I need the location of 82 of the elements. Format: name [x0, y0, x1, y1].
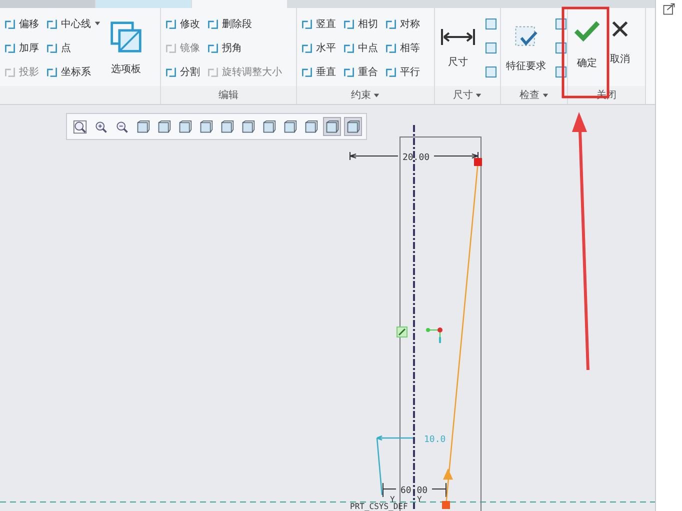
sketch-tool-icon [46, 42, 58, 54]
sketch-tool-icon [207, 66, 219, 78]
ribbon-button[interactable]: 中点 [341, 36, 380, 60]
sketch-tool-icon [301, 18, 313, 30]
axis-label: Y [417, 495, 422, 504]
cancel-button[interactable]: 取消 [607, 12, 633, 84]
ribbon-button[interactable]: 相等 [383, 36, 422, 60]
constraint-icon [396, 326, 408, 338]
ribbon-button[interactable]: 对称 [383, 12, 422, 36]
group-label[interactable]: 尺寸 [449, 88, 486, 102]
endpoint-marker[interactable] [474, 158, 482, 166]
view-tool-icon [220, 120, 234, 134]
sketch-tool-icon [207, 42, 219, 54]
magnifier-icon [73, 120, 87, 134]
sketch-tool-icon [4, 66, 16, 78]
ribbon-button[interactable]: 坐标系 [44, 60, 103, 84]
ribbon-button[interactable]: 偏移 [2, 12, 41, 36]
palette-icon [109, 20, 143, 54]
checkmark-icon [573, 20, 601, 42]
view-tool-icon [346, 120, 360, 134]
group-label[interactable]: 检查 [516, 88, 552, 102]
sketch-tool-icon [385, 66, 397, 78]
zoom-out-icon [115, 120, 129, 134]
group-label-text: 尺寸 [453, 88, 473, 102]
endpoint-marker[interactable] [442, 501, 450, 509]
ribbon-button[interactable]: 删除段 [205, 12, 284, 36]
ribbon-button[interactable]: 重合 [341, 60, 380, 84]
dimension-text[interactable]: 20.00 [402, 153, 430, 163]
view-tool-icon [283, 120, 297, 134]
ribbon-button[interactable]: 加厚 [2, 36, 41, 60]
sketch-tool-icon [4, 42, 16, 54]
ribbon-button[interactable]: 拐角 [205, 36, 284, 60]
dimension-button[interactable]: 尺寸 [437, 12, 479, 84]
square-tool-icon [484, 64, 498, 79]
axis-triad-icon [426, 328, 442, 343]
ribbon-button[interactable]: 水平 [299, 36, 338, 60]
ribbon-button[interactable]: 点 [44, 36, 103, 60]
square-tool-icon [484, 16, 498, 31]
sketch-tool-icon [343, 66, 355, 78]
square-tool-icon [484, 40, 498, 55]
export-icon[interactable] [662, 2, 676, 16]
sketch-tool-icon [165, 42, 177, 54]
ribbon-button[interactable]: 中心线 [44, 12, 103, 36]
sketch-tool-icon [46, 18, 58, 30]
toolbar-button[interactable] [323, 117, 341, 136]
view-tool-icon [178, 120, 192, 134]
ribbon-button[interactable]: 相切 [341, 12, 380, 36]
view-tool-icon [199, 120, 213, 134]
ribbon-button[interactable]: 修改 [163, 12, 202, 36]
ribbon-button[interactable]: 竖直 [299, 12, 338, 36]
view-tool-icon [262, 120, 276, 134]
palette-button[interactable]: 选项板 [106, 12, 146, 84]
sketch-tool-icon [46, 66, 58, 78]
sketch-tool-icon [301, 42, 313, 54]
dimension-icon [440, 26, 476, 47]
sketch-tool-icon [4, 18, 16, 30]
group-label[interactable]: 约束 [347, 88, 384, 102]
view-tool-icon [325, 120, 339, 134]
sketch-tool-icon [165, 18, 177, 30]
toolbar-button[interactable] [344, 117, 362, 136]
feature-requirements-button[interactable]: 特征要求 [503, 12, 549, 84]
view-tool-icon [241, 120, 255, 134]
sketch-tool-icon [385, 18, 397, 30]
zoom-in-icon [94, 120, 108, 134]
view-tool-icon [157, 120, 171, 134]
group-label-text: 编辑 [218, 88, 238, 102]
sketch-tool-icon [385, 42, 397, 54]
sketch-tool-icon [343, 18, 355, 30]
group-label-text: 检查 [520, 88, 540, 102]
sketch-tool-icon [207, 18, 219, 30]
ribbon-button[interactable]: 分割 [163, 60, 202, 84]
sketch-tool-icon [343, 42, 355, 54]
ribbon-button[interactable]: 平行 [383, 60, 422, 84]
view-tool-icon [304, 120, 318, 134]
sketch-tool-icon [301, 66, 313, 78]
sketch-tool-icon [165, 66, 177, 78]
group-label-text: 约束 [351, 88, 371, 102]
ok-button[interactable]: 确定 [570, 12, 604, 84]
close-icon [611, 20, 629, 38]
ribbon-button[interactable]: 垂直 [299, 60, 338, 84]
group-label[interactable]: 编辑 [214, 88, 242, 102]
view-tool-icon [136, 120, 150, 134]
